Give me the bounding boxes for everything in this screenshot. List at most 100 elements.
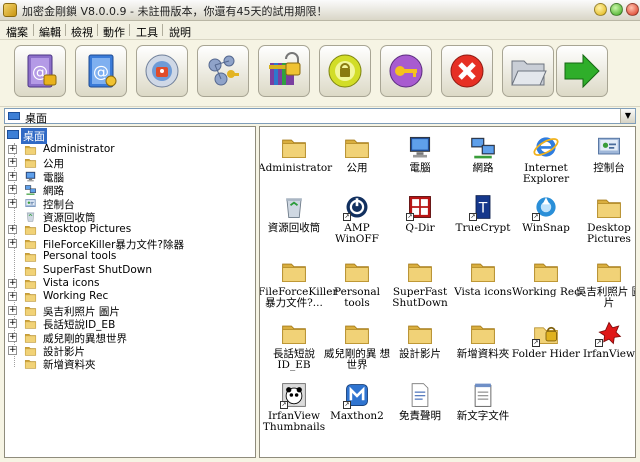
file-item[interactable]: ↗ IrfanView Thumbnails <box>262 379 326 439</box>
desktop-icon <box>8 112 20 120</box>
file-item[interactable]: Internet Explorer <box>514 131 578 191</box>
address-bar[interactable]: 桌面 ▼ <box>4 108 636 125</box>
tree-expand-toggle[interactable]: + <box>8 185 17 195</box>
title-bar: 加密金剛鎖 V8.0.0.9 - 未註冊版本，你還有45天的試用期限！ <box>0 0 640 21</box>
file-item[interactable]: FileForceKiller 暴力文件?... <box>260 255 338 315</box>
app-icon <box>3 3 17 17</box>
tree-item-label: Desktop Pictures <box>43 223 132 236</box>
tree-expand-toggle[interactable]: + <box>8 346 17 355</box>
tree-expand-toggle[interactable]: + <box>8 158 17 168</box>
file-item-label: 吳吉利照片 圖片 <box>575 286 636 309</box>
encrypt-button[interactable]: @ <box>14 45 66 97</box>
file-item[interactable]: 設計影片 <box>388 317 452 377</box>
tree-expand-toggle[interactable]: + <box>8 171 17 181</box>
tree-expand-toggle[interactable]: + <box>8 319 17 329</box>
exit-button[interactable] <box>556 45 608 97</box>
tree-item-label: 新增資料夾 <box>43 359 96 372</box>
tree-expand-toggle[interactable]: + <box>8 145 17 154</box>
exit-arrow-icon <box>564 53 600 89</box>
file-item[interactable]: 威兒剛的異 想世界 <box>324 317 390 377</box>
tree-expand-toggle[interactable]: + <box>8 332 17 342</box>
file-item-label: Maxthon2 <box>330 410 384 422</box>
tree-expand-toggle[interactable]: + <box>8 225 17 235</box>
svg-text:T: T <box>478 200 488 216</box>
amp-button[interactable] <box>319 45 371 97</box>
tree-expand-toggle[interactable]: + <box>8 198 17 208</box>
archive-button[interactable] <box>258 45 310 97</box>
file-item-label: Internet Explorer <box>522 162 570 185</box>
amp-lock-icon <box>328 54 362 88</box>
shortcut-arrow-icon: ↗ <box>343 401 351 409</box>
menu-tools[interactable]: 工具 <box>136 24 158 40</box>
file-item-label: Desktop Pictures <box>587 222 631 245</box>
file-item-label: Q-Dir <box>405 222 435 234</box>
file-item[interactable]: Vista icons <box>451 255 515 315</box>
tree-expand-toggle[interactable]: + <box>8 238 17 248</box>
archive-lock-icon <box>269 52 301 85</box>
tree-root-label: 桌面 <box>21 128 47 144</box>
file-item[interactable]: 資源回收筒 <box>262 191 326 251</box>
network-button[interactable] <box>197 45 249 97</box>
file-item[interactable]: ↗ Maxthon2 <box>325 379 389 439</box>
menu-bar: 檔案 編輯 檢視 動作 工具 說明 <box>0 21 640 39</box>
menu-action[interactable]: 動作 <box>103 24 125 40</box>
window-title: 加密金剛鎖 V8.0.0.9 - 未註冊版本，你還有45天的試用期限！ <box>22 5 328 18</box>
file-item[interactable]: ↗ Folder Hider <box>512 317 580 377</box>
file-item-label: IrfanView <box>582 348 636 360</box>
file-item-label: SuperFast ShutDown <box>392 286 448 309</box>
tree-expand-toggle[interactable]: + <box>8 279 17 288</box>
file-item[interactable]: 新文字文件 <box>451 379 515 439</box>
shortcut-arrow-icon: ↗ <box>280 401 288 409</box>
file-item[interactable]: Administrator <box>260 131 332 191</box>
address-dropdown-button[interactable]: ▼ <box>620 109 635 123</box>
tree-item-label: Working Rec <box>43 290 109 303</box>
file-item[interactable]: 新增資料夾 <box>451 317 515 377</box>
menu-view[interactable]: 檢視 <box>71 24 93 40</box>
key-button[interactable] <box>380 45 432 97</box>
toolbar: @ @ <box>0 39 640 107</box>
file-item-label: Administrator <box>259 162 333 174</box>
file-item[interactable]: SuperFast ShutDown <box>388 255 452 315</box>
menu-edit[interactable]: 編輯 <box>39 24 61 40</box>
file-item-label: Folder Hider <box>511 348 581 360</box>
decrypt-button[interactable]: @ <box>75 45 127 97</box>
menu-file[interactable]: 檔案 <box>6 24 28 40</box>
file-item[interactable]: 公用 <box>325 131 389 191</box>
file-item[interactable]: 免責聲明 <box>388 379 452 439</box>
stop-button[interactable] <box>441 45 493 97</box>
network-key-icon <box>208 55 239 86</box>
file-item[interactable]: 網路 <box>451 131 515 191</box>
lock-drive-button[interactable] <box>136 45 188 97</box>
file-item[interactable]: ↗ WinSnap <box>514 191 578 251</box>
close-button[interactable] <box>626 3 639 16</box>
file-item[interactable]: T ↗ TrueCrypt <box>451 191 515 251</box>
file-item[interactable]: 控制台 <box>577 131 635 191</box>
file-item[interactable]: 電腦 <box>388 131 452 191</box>
open-folder-button[interactable] <box>502 45 554 97</box>
file-item-label: TrueCrypt <box>455 222 511 234</box>
decrypt-book-icon: @ <box>88 54 117 88</box>
file-item-label: 設計影片 <box>399 348 441 360</box>
file-list[interactable]: Administrator 公用 電腦 網路 Internet Explorer 控制台資… <box>259 126 636 458</box>
file-item[interactable]: 吳吉利照片 圖片 <box>576 255 635 315</box>
folder-icon <box>24 357 37 373</box>
file-item[interactable]: ↗ IrfanView <box>577 317 635 377</box>
tree-expand-toggle[interactable]: + <box>8 292 17 302</box>
tree-expand-toggle[interactable]: + <box>8 305 17 315</box>
minimize-button[interactable] <box>594 3 607 16</box>
file-item-label: 資源回收筒 <box>267 222 321 234</box>
tree-item-label: SuperFast ShutDown <box>43 263 153 276</box>
folder-tree[interactable]: 桌面 + Administrator + 公用 + 電腦 + 網路 + 控制台 資源回收筒 + Desk… <box>4 126 256 458</box>
file-item-label: 新增資料夾 <box>456 348 510 360</box>
file-item[interactable]: ↗ Q-Dir <box>388 191 452 251</box>
file-item[interactable]: Personal tools <box>325 255 389 315</box>
menu-separator <box>97 24 98 36</box>
file-item[interactable]: 長話短說 ID_EB <box>262 317 326 377</box>
stop-icon <box>450 54 484 88</box>
file-item[interactable]: ↗ AMP WinOFF <box>325 191 389 251</box>
menu-help[interactable]: 說明 <box>169 24 191 40</box>
file-item[interactable]: Working Rec <box>512 255 580 315</box>
tree-item-label: Administrator <box>43 143 115 155</box>
file-item[interactable]: Desktop Pictures <box>577 191 635 251</box>
maximize-button[interactable] <box>610 3 623 16</box>
